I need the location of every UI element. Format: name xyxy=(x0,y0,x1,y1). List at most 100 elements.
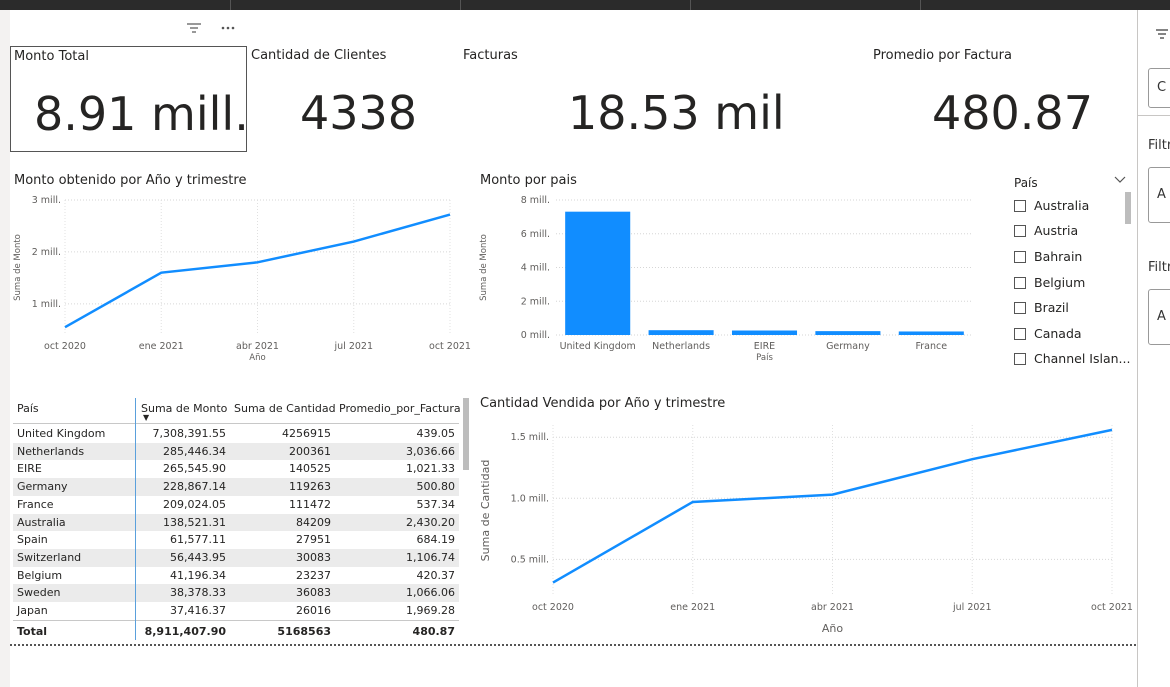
column-header-cantidad[interactable]: Suma de Cantidad xyxy=(234,402,336,415)
table-cell: 1,021.33 xyxy=(406,462,455,476)
slicer-item[interactable]: Canada xyxy=(1014,326,1082,344)
slicer-item[interactable]: Brazil xyxy=(1014,300,1069,318)
y-tick-label: 0 mill. xyxy=(521,330,550,341)
table-row[interactable]: Switzerland 56,443.95 30083 1,106.74 xyxy=(13,548,459,567)
table-cell: 1,106.74 xyxy=(406,550,455,564)
slicer-item[interactable]: Austria xyxy=(1014,223,1078,241)
x-tick-label: oct 2021 xyxy=(1091,602,1133,613)
table-cell: 420.37 xyxy=(416,568,456,582)
card-monto-total[interactable]: Monto Total 8.91 mill. xyxy=(10,46,249,152)
table-cell: EIRE xyxy=(17,462,42,476)
total-cantidad: 5168563 xyxy=(277,625,331,638)
table-cell: 228,867.14 xyxy=(163,480,226,494)
table-cell: 265,545.90 xyxy=(163,462,226,476)
slicer-item[interactable]: Belgium xyxy=(1014,275,1085,293)
bar[interactable] xyxy=(898,331,964,335)
slicer-item[interactable]: Channel Islan... xyxy=(1014,351,1130,369)
table-cell: 209,024.05 xyxy=(163,497,226,511)
x-tick-label: jul 2021 xyxy=(334,341,374,352)
column-header-monto[interactable]: Suma de Monto xyxy=(141,402,227,415)
table-cell: Spain xyxy=(17,533,48,547)
table-cell: 119263 xyxy=(289,480,331,494)
card-value: 8.91 mill. xyxy=(34,87,249,141)
data-table[interactable]: País Suma de Monto ▼ Suma de Cantidad Pr… xyxy=(13,398,469,641)
table-cell: Switzerland xyxy=(17,550,82,564)
card-label: Cantidad de Clientes xyxy=(251,48,387,63)
table-row[interactable]: Netherlands 285,446.34 200361 3,036.66 xyxy=(13,442,459,461)
series-line[interactable] xyxy=(64,213,451,329)
visual-selection-border xyxy=(10,644,1136,646)
x-tick-label: France xyxy=(916,341,948,352)
y-tick-label: 1.5 mill. xyxy=(511,432,549,443)
card-value: 18.53 mil xyxy=(568,86,785,140)
total-promedio: 480.87 xyxy=(412,625,455,638)
card-label: Promedio por Factura xyxy=(873,48,1012,63)
column-header-pais[interactable]: País xyxy=(17,402,39,415)
panel-divider xyxy=(1138,115,1170,116)
table-cell: 111472 xyxy=(289,497,331,511)
table-row[interactable]: Belgium 41,196.34 23237 420.37 xyxy=(13,567,459,585)
slicer-pais[interactable]: País Australia Austria Bahrain Belgium B… xyxy=(1010,172,1134,372)
chart-cantidad-por-ano[interactable]: 0.5 mill. 1.0 mill. 1.5 mill. oct 2020 ene 2… xyxy=(476,412,1136,642)
table-cell: 26016 xyxy=(296,604,331,617)
card-cantidad-clientes[interactable]: Cantidad de Clientes 4338 xyxy=(248,46,448,152)
table-cell: 84209 xyxy=(296,515,331,529)
table-column-divider xyxy=(135,398,136,640)
table-cell: Netherlands xyxy=(17,444,85,458)
table-cell: 41,196.34 xyxy=(170,568,226,582)
y-tick-label: 2 mill. xyxy=(521,296,550,307)
visual-header xyxy=(186,22,250,38)
card-promedio-factura[interactable]: Promedio por Factura 480.87 xyxy=(870,46,1100,152)
checkbox-icon[interactable] xyxy=(1014,225,1026,237)
x-tick-label: abr 2021 xyxy=(236,341,279,352)
table-cell: Sweden xyxy=(17,586,61,600)
chevron-down-icon[interactable] xyxy=(1114,173,1126,187)
y-tick-label: 4 mill. xyxy=(521,263,550,274)
table-row[interactable]: Australia 138,521.31 84209 2,430.20 xyxy=(13,513,459,532)
table-cell: 285,446.34 xyxy=(163,444,226,458)
card-facturas[interactable]: Facturas 18.53 mil xyxy=(460,46,860,152)
card-value: 4338 xyxy=(300,86,418,140)
checkbox-icon[interactable] xyxy=(1014,200,1026,212)
table-row[interactable]: France 209,024.05 111472 537.34 xyxy=(13,496,459,514)
table-row[interactable]: Germany 228,867.14 119263 500.80 xyxy=(13,478,459,496)
table-cell: 2,430.20 xyxy=(406,515,455,529)
chart-monto-por-ano[interactable]: 1 mill. 2 mill. 3 mill. oct 2020 ene 2021 abr… xyxy=(10,190,475,370)
bar[interactable] xyxy=(565,211,631,335)
table-row[interactable]: Sweden 38,378.33 36083 1,066.06 xyxy=(13,584,459,602)
slicer-item[interactable]: Bahrain xyxy=(1014,249,1082,267)
x-tick-label: Germany xyxy=(826,341,870,352)
checkbox-icon[interactable] xyxy=(1014,277,1026,289)
bar[interactable] xyxy=(815,331,881,335)
table-scrollbar[interactable] xyxy=(463,398,469,470)
card-value: 480.87 xyxy=(932,86,1093,140)
checkbox-icon[interactable] xyxy=(1014,328,1026,340)
filter-search-input[interactable]: C xyxy=(1148,68,1170,108)
checkbox-icon[interactable] xyxy=(1014,251,1026,263)
chart-pais-title: Monto por pais xyxy=(480,173,577,188)
bar[interactable] xyxy=(648,330,714,335)
filter-card[interactable]: A xyxy=(1148,289,1170,345)
y-tick-label: 3 mill. xyxy=(32,195,61,206)
window-top-strip xyxy=(0,0,1170,10)
table-row[interactable]: Japan 37,416.37 26016 1,969.28 xyxy=(13,602,459,620)
table-row[interactable]: EIRE 265,545.90 140525 1,021.33 xyxy=(13,460,459,478)
table-cell: 61,577.11 xyxy=(170,533,226,547)
checkbox-icon[interactable] xyxy=(1014,353,1026,365)
filter-icon[interactable] xyxy=(186,22,202,38)
bar[interactable] xyxy=(731,330,798,335)
canvas-left-edge xyxy=(0,10,10,687)
column-header-promedio[interactable]: Promedio_por_Factura xyxy=(339,402,461,415)
slicer-item[interactable]: Australia xyxy=(1014,198,1089,216)
sort-descending-icon[interactable]: ▼ xyxy=(143,413,149,422)
chart-monto-por-pais[interactable]: 0 mill. 2 mill. 4 mill. 6 mill. 8 mill. Unite… xyxy=(476,190,1006,370)
table-cell: 138,521.31 xyxy=(163,515,226,529)
checkbox-icon[interactable] xyxy=(1014,302,1026,314)
filter-pane-icon[interactable] xyxy=(1155,28,1169,44)
table-row[interactable]: Spain 61,577.11 27951 684.19 xyxy=(13,531,459,549)
table-row[interactable]: United Kingdom 7,308,391.55 4256915 439.05 xyxy=(13,425,459,443)
more-options-icon[interactable] xyxy=(220,22,236,38)
table-cell: Japan xyxy=(17,604,48,617)
filter-card[interactable]: A xyxy=(1148,167,1170,223)
slicer-scrollbar[interactable] xyxy=(1125,192,1131,224)
